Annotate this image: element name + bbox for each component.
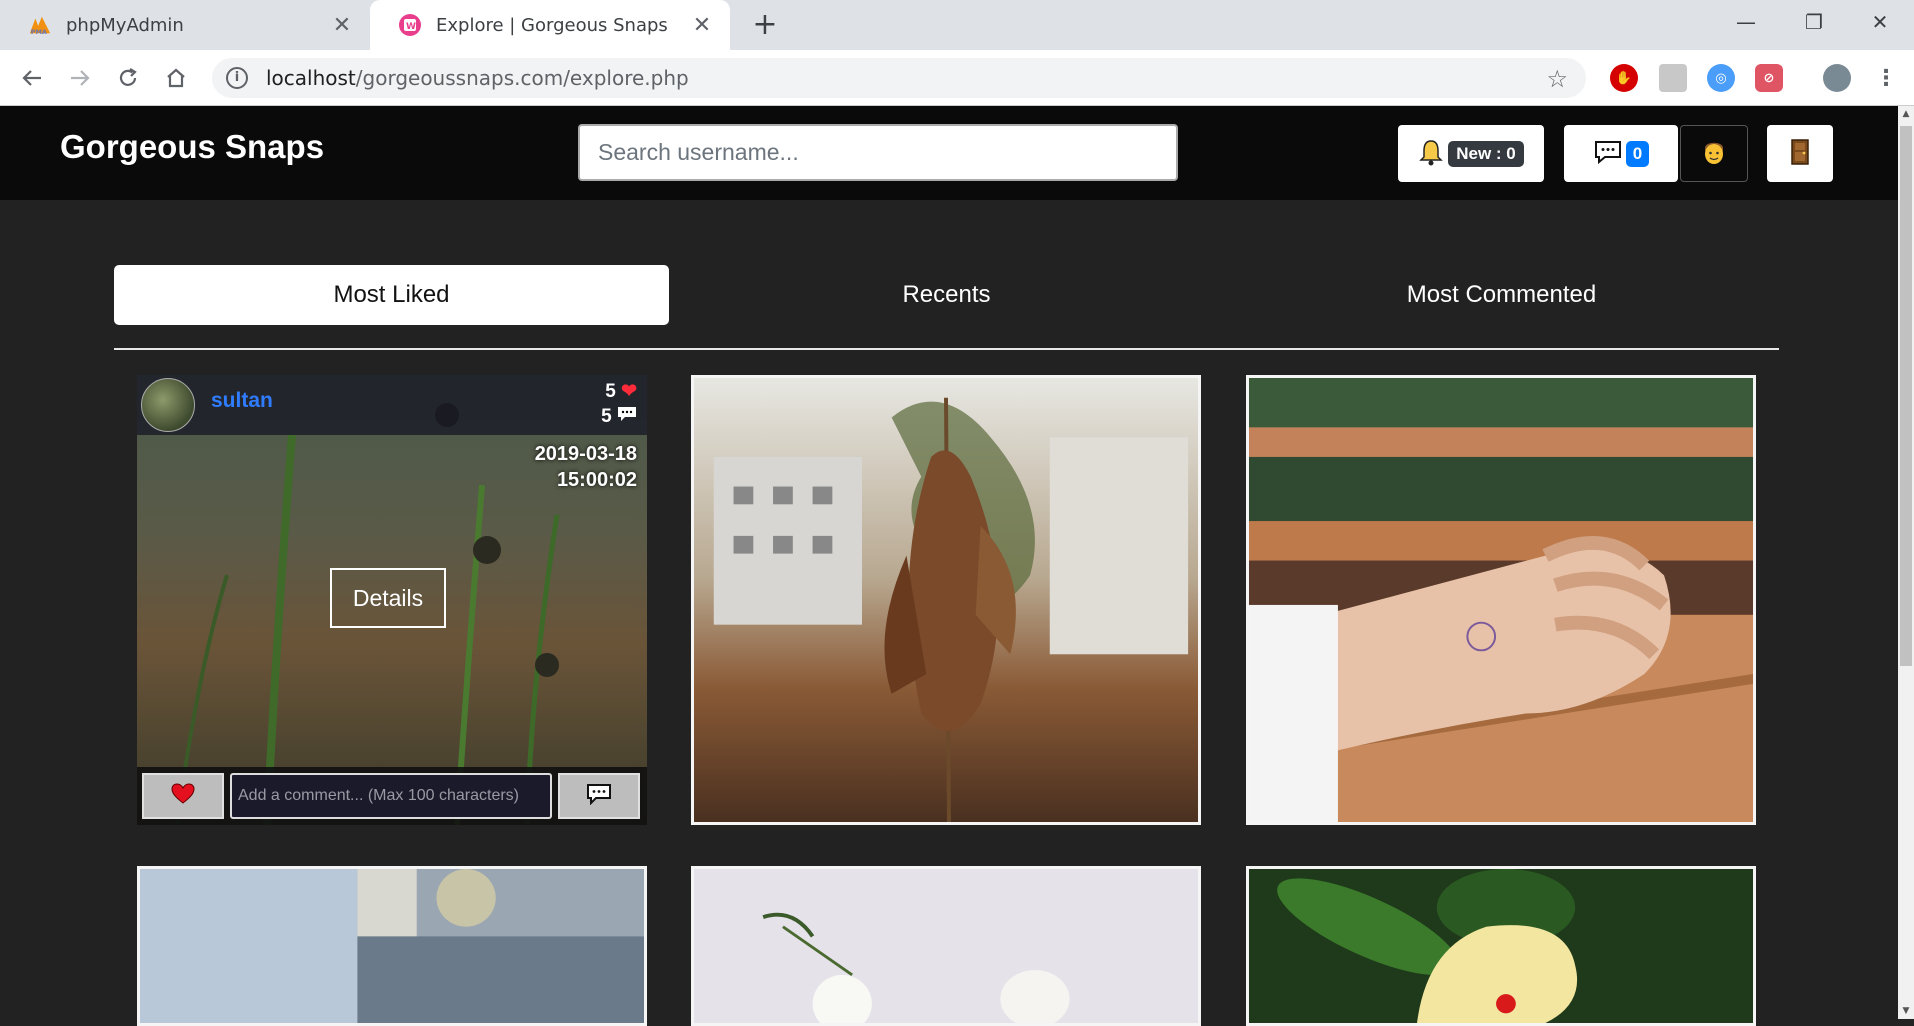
tab-most-liked[interactable]: Most Liked <box>114 265 669 325</box>
post-photo-hibiscus <box>1249 869 1753 1023</box>
logout-button[interactable] <box>1767 125 1833 182</box>
post-card[interactable] <box>1246 866 1756 1026</box>
heart-icon <box>171 783 195 809</box>
post-stats: 5 ❤ 5 <box>601 379 637 429</box>
url-bar[interactable]: i localhost/gorgeoussnaps.com/explore.ph… <box>212 58 1586 98</box>
heart-icon: ❤ <box>621 381 637 402</box>
explore-filter-tabs: Most Liked Recents Most Commented <box>114 265 1779 350</box>
reload-icon[interactable] <box>110 60 146 96</box>
globe-extension-icon[interactable]: ◎ <box>1707 64 1735 92</box>
url-path: /gorgeoussnaps.com/explore.php <box>355 66 689 90</box>
comment-input[interactable] <box>230 773 552 819</box>
search-input[interactable] <box>578 124 1178 181</box>
comment-icon <box>586 783 612 809</box>
address-toolbar: i localhost/gorgeoussnaps.com/explore.ph… <box>0 50 1914 106</box>
post-date: 2019-03-18 <box>534 443 637 465</box>
browser-tab-explore[interactable]: W Explore | Gorgeous Snaps ✕ <box>370 0 730 50</box>
info-icon[interactable]: i <box>226 67 248 89</box>
bookmark-star-icon[interactable]: ☆ <box>1546 65 1568 93</box>
tab-title: Explore | Gorgeous Snaps <box>436 14 668 36</box>
post-timestamp: 2019-03-18 15:00:02 <box>535 441 637 493</box>
post-header-overlay: sultan 5 ❤ 5 <box>137 375 647 435</box>
comment-icon <box>617 406 637 427</box>
post-card[interactable] <box>137 866 647 1026</box>
send-comment-button[interactable] <box>558 773 640 819</box>
scroll-up-icon[interactable]: ▲ <box>1898 106 1914 122</box>
tab-recents[interactable]: Recents <box>669 265 1224 325</box>
url-host: localhost <box>266 66 356 90</box>
cube-extension-icon[interactable] <box>1659 64 1687 92</box>
chat-icon <box>1593 139 1623 169</box>
menu-kebab-icon[interactable]: ⋮ <box>1872 64 1900 92</box>
close-icon[interactable]: ✕ <box>690 13 714 38</box>
post-card[interactable]: sultan 5 ❤ 5 2019-03-18 15:00:02 Details <box>137 375 647 825</box>
home-icon[interactable] <box>158 60 194 96</box>
post-photo-white-flowers <box>694 869 1198 1023</box>
profile-avatar[interactable] <box>1823 64 1851 92</box>
adblock-extension-icon[interactable]: ✋ <box>1610 64 1638 92</box>
like-button[interactable] <box>142 773 224 819</box>
messages-button[interactable]: 0 <box>1564 125 1678 182</box>
post-card[interactable] <box>691 375 1201 825</box>
browser-tab-strip: PMA phpMyAdmin ✕ W Explore | Gorgeous Sn… <box>0 0 1914 50</box>
post-photo-dried-leaves <box>694 378 1198 822</box>
notifications-button[interactable]: New : 0 <box>1398 125 1544 182</box>
site-navbar: Gorgeous Snaps New : 0 0 <box>0 106 1898 200</box>
tab-title: phpMyAdmin <box>66 14 184 36</box>
likes-count: 5 <box>605 381 616 402</box>
page-scrollbar[interactable]: ▲ ▼ <box>1898 106 1914 1019</box>
wamp-icon: W <box>398 13 422 37</box>
browser-tab-phpmyadmin[interactable]: PMA phpMyAdmin ✕ <box>0 0 370 50</box>
post-photo-wall <box>140 869 644 1023</box>
scroll-down-icon[interactable]: ▼ <box>1898 1003 1914 1019</box>
minimize-icon[interactable]: — <box>1712 0 1780 44</box>
post-time: 15:00:02 <box>556 469 637 491</box>
close-icon[interactable]: ✕ <box>330 13 354 38</box>
post-username-link[interactable]: sultan <box>211 389 273 413</box>
post-actions-bar <box>137 767 647 825</box>
door-icon <box>1789 138 1811 170</box>
avatar[interactable] <box>141 378 195 432</box>
details-button[interactable]: Details <box>330 568 446 628</box>
forward-icon[interactable] <box>62 60 98 96</box>
profile-button[interactable] <box>1680 125 1748 182</box>
comments-count: 5 <box>601 406 612 427</box>
scrollbar-thumb[interactable] <box>1900 126 1912 666</box>
phpmyadmin-icon: PMA <box>28 13 52 37</box>
svg-text:PMA: PMA <box>31 28 47 36</box>
back-icon[interactable] <box>14 60 50 96</box>
close-window-icon[interactable]: ✕ <box>1846 0 1914 44</box>
tab-most-commented[interactable]: Most Commented <box>1224 265 1779 325</box>
post-card[interactable] <box>1246 375 1756 825</box>
svg-text:W: W <box>406 22 416 32</box>
message-count-badge: 0 <box>1625 140 1650 167</box>
restore-icon[interactable]: ❐ <box>1780 0 1848 44</box>
site-brand[interactable]: Gorgeous Snaps <box>60 128 324 166</box>
notification-badge: New : 0 <box>1448 140 1524 167</box>
post-photo-hand-tattoo <box>1249 378 1753 822</box>
bell-icon <box>1418 138 1444 170</box>
new-tab-button[interactable]: + <box>748 8 782 42</box>
post-card[interactable] <box>691 866 1201 1026</box>
user-face-icon <box>1701 138 1727 170</box>
shield-extension-icon[interactable]: ⊘ <box>1755 64 1783 92</box>
